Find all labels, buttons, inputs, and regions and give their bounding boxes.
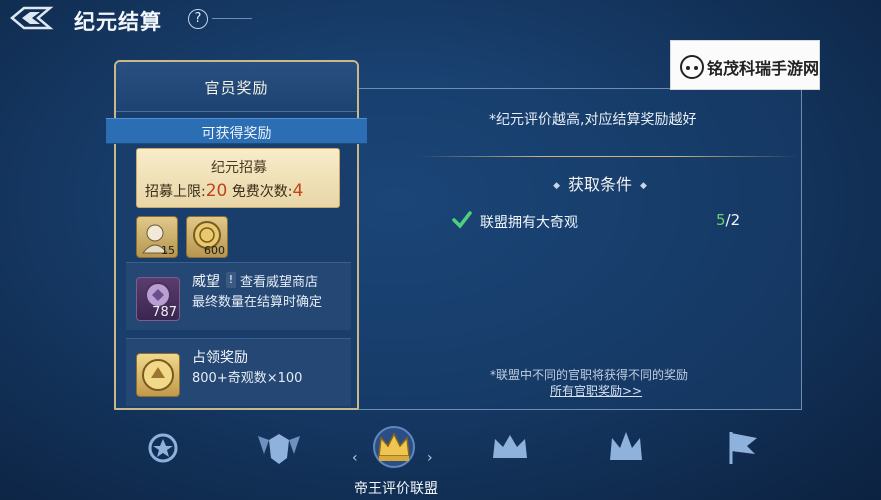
item-count: 15 bbox=[161, 244, 175, 257]
prestige-item[interactable]: 787 bbox=[136, 277, 180, 321]
tab-rank-emperor[interactable] bbox=[364, 424, 424, 474]
tab-rank-4[interactable] bbox=[480, 424, 540, 474]
prestige-reward: 787 威望 ! 查看威望商店 最终数量在结算时确定 bbox=[126, 262, 351, 330]
recruit-stats: 招募上限:20 免费次数:4 bbox=[145, 181, 303, 201]
panel-title: 官员奖励 bbox=[204, 79, 269, 97]
tab-rank-6[interactable] bbox=[712, 424, 772, 474]
portrait-token-item[interactable]: 15 bbox=[136, 216, 178, 258]
item-count: 787 bbox=[152, 305, 177, 320]
occupation-item[interactable] bbox=[136, 353, 180, 397]
prestige-shop-link[interactable]: 查看威望商店 bbox=[240, 271, 318, 290]
condition-row: 联盟拥有大奇观 5/2 bbox=[448, 210, 798, 234]
gold-divider bbox=[416, 156, 800, 157]
help-button[interactable]: ? bbox=[188, 9, 208, 29]
tab-prev-arrow[interactable]: ‹ bbox=[352, 450, 358, 466]
info-icon: ! bbox=[226, 272, 236, 288]
tab-rank-2[interactable] bbox=[249, 424, 309, 474]
official-reward-panel: 官员奖励 可获得奖励 纪元招募 招募上限:20 免费次数:4 15 600 78… bbox=[106, 60, 367, 410]
watermark-text: 铭茂科瑞手游网 bbox=[707, 59, 820, 78]
evaluation-hint: *纪元评价越高,对应结算奖励越好 bbox=[489, 112, 697, 128]
occupation-reward: 占领奖励 800+奇观数×100 bbox=[126, 338, 351, 406]
gold-coin-item[interactable]: 600 bbox=[186, 216, 228, 258]
item-count: 600 bbox=[204, 244, 225, 257]
tab-rank-1[interactable] bbox=[133, 424, 193, 474]
flag-icon bbox=[729, 432, 757, 464]
free-count-label: 免费次数: bbox=[231, 184, 293, 200]
occupation-name: 占领奖励 bbox=[192, 350, 248, 366]
recruit-title: 纪元招募 bbox=[211, 160, 267, 176]
title-divider bbox=[212, 18, 252, 19]
occupation-desc: 800+奇观数×100 bbox=[192, 371, 303, 386]
back-arrow-icon bbox=[10, 6, 54, 30]
prestige-name: 威望 bbox=[192, 274, 220, 290]
watermark: 铭茂科瑞手游网 bbox=[670, 40, 820, 90]
check-icon bbox=[452, 211, 472, 229]
back-button[interactable] bbox=[8, 5, 54, 31]
occupation-coin-icon bbox=[142, 359, 174, 391]
recruit-limit-label: 招募上限: bbox=[145, 184, 206, 200]
position-hint: *联盟中不同的官职将获得不同的奖励 bbox=[490, 368, 689, 382]
free-count-value: 4 bbox=[292, 181, 304, 201]
top-bar: 纪元结算 ? bbox=[0, 0, 881, 40]
progress-target: /2 bbox=[725, 211, 741, 229]
tab-next-arrow[interactable]: › bbox=[427, 450, 433, 466]
evaluation-tabs: ‹ › 帝王评价联盟 bbox=[0, 420, 881, 500]
conditions-title: 获取条件 bbox=[540, 171, 660, 195]
progress-current: 5 bbox=[716, 211, 726, 229]
selected-tab-label: 帝王评价联盟 bbox=[354, 481, 438, 497]
prestige-desc: 最终数量在结算时确定 bbox=[192, 295, 323, 310]
recruit-limit-value: 20 bbox=[205, 181, 228, 201]
crown-icon bbox=[610, 432, 642, 460]
recruit-card: 纪元招募 招募上限:20 免费次数:4 bbox=[136, 148, 340, 208]
page-title: 纪元结算 bbox=[74, 10, 162, 34]
gold-crown-icon bbox=[373, 426, 415, 468]
condition-label: 联盟拥有大奇观 bbox=[480, 215, 578, 231]
gamepad-logo-icon bbox=[680, 55, 704, 79]
crown-icon bbox=[493, 435, 527, 458]
tab-rank-5[interactable] bbox=[596, 424, 656, 474]
winged-shield-badge-icon bbox=[258, 434, 300, 464]
panel-header: 官员奖励 bbox=[116, 62, 357, 112]
condition-progress: 5/2 bbox=[716, 211, 740, 229]
laurel-star-badge-icon bbox=[148, 433, 178, 463]
available-rewards-banner: 可获得奖励 bbox=[106, 118, 367, 144]
banner-label: 可获得奖励 bbox=[201, 126, 272, 142]
conditions-title-text: 获取条件 bbox=[567, 175, 632, 194]
all-position-rewards-link[interactable]: 所有官职奖励>> bbox=[550, 382, 642, 399]
